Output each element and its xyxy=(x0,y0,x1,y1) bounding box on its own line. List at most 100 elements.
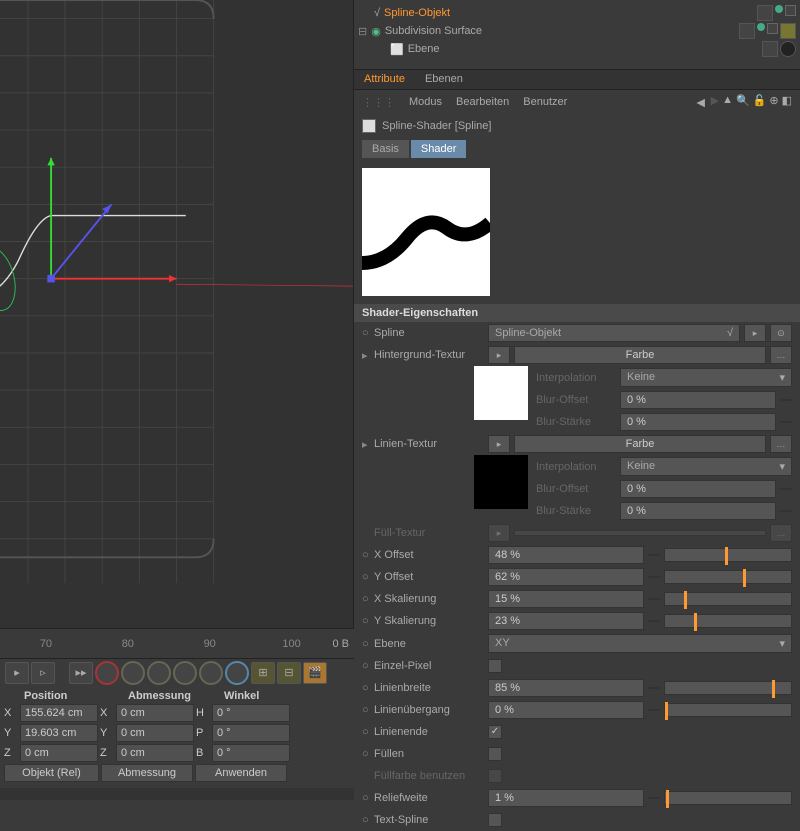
apply-button[interactable]: Anwenden xyxy=(195,764,287,782)
yskal-input[interactable] xyxy=(488,612,644,630)
lock-icon[interactable]: 🔓 xyxy=(753,94,767,110)
coord-x-abm[interactable] xyxy=(116,704,194,722)
coord-abm-dropdown[interactable]: Abmessung xyxy=(101,764,193,782)
obj-spline[interactable]: Spline-Objekt xyxy=(384,7,753,19)
back-icon[interactable]: ◄ xyxy=(694,94,708,110)
line-farbe-button[interactable]: Farbe xyxy=(514,435,766,453)
line-more-button[interactable]: … xyxy=(770,435,792,453)
xoffset-input[interactable] xyxy=(488,546,644,564)
eyedrop-icon[interactable]: ⊙ xyxy=(770,324,792,342)
coord-y-pos[interactable] xyxy=(20,724,98,742)
line-swatch[interactable] xyxy=(474,455,528,509)
spin-icon[interactable] xyxy=(648,797,660,799)
viewport-3d[interactable] xyxy=(0,0,354,628)
autokey-button[interactable] xyxy=(121,661,145,685)
einzel-checkbox[interactable] xyxy=(488,659,502,673)
bg-farbe-button[interactable]: Farbe xyxy=(514,346,766,364)
interp-dropdown[interactable]: Keine▾ xyxy=(620,368,792,387)
ebene-dropdown[interactable]: XY▾ xyxy=(488,634,792,653)
vis-dot-icon[interactable] xyxy=(775,5,783,13)
spin-icon[interactable] xyxy=(780,421,792,423)
prop-spline-link[interactable]: Spline-Objekt√ xyxy=(488,324,740,342)
coord-z-abm[interactable] xyxy=(116,744,194,762)
vis-editor-icon[interactable] xyxy=(739,23,755,39)
grip-icon[interactable]: ⋮⋮⋮ xyxy=(362,96,395,109)
spin-icon[interactable] xyxy=(648,576,660,578)
bg-swatch[interactable] xyxy=(474,366,528,420)
linienueber-input[interactable] xyxy=(488,701,644,719)
vis-editor-icon[interactable] xyxy=(757,5,773,21)
spin-icon[interactable] xyxy=(648,598,660,600)
key-scale-button[interactable] xyxy=(173,661,197,685)
tab-ebenen[interactable]: Ebenen xyxy=(415,70,473,89)
spin-icon[interactable] xyxy=(648,554,660,556)
textspline-checkbox[interactable] xyxy=(488,813,502,827)
key-mode1-button[interactable]: ⊞ xyxy=(251,662,275,684)
coord-x-pos[interactable] xyxy=(20,704,98,722)
coord-y-abm[interactable] xyxy=(116,724,194,742)
shader-preview[interactable] xyxy=(362,168,490,296)
linienbreite-input[interactable] xyxy=(488,679,644,697)
subtab-basis[interactable]: Basis xyxy=(362,140,409,158)
key-mode2-button[interactable]: ⊟ xyxy=(277,662,301,684)
spin-icon[interactable] xyxy=(780,399,792,401)
search-icon[interactable]: 🔍 xyxy=(736,94,750,110)
coord-mode-dropdown[interactable]: Objekt (Rel) xyxy=(4,764,99,782)
relief-slider[interactable] xyxy=(664,791,792,805)
menu-icon[interactable]: ◧ xyxy=(782,94,792,110)
bluroff2-input[interactable] xyxy=(620,480,776,498)
blurst-input[interactable] xyxy=(620,413,776,431)
tab-attribute[interactable]: Attribute xyxy=(354,70,415,89)
key-pos-button[interactable] xyxy=(147,661,171,685)
tex-arrow-button[interactable]: ▸ xyxy=(488,435,510,453)
fuellen-checkbox[interactable] xyxy=(488,747,502,761)
timeline[interactable]: 70 80 90 100 0 B xyxy=(0,628,354,658)
coord-b-angle[interactable] xyxy=(212,744,290,762)
spin-icon[interactable] xyxy=(648,709,660,711)
clip-button[interactable]: 🎬 xyxy=(303,662,327,684)
interp2-dropdown[interactable]: Keine▾ xyxy=(620,457,792,476)
relief-input[interactable] xyxy=(488,789,644,807)
new-icon[interactable]: ⊕ xyxy=(769,94,778,110)
obj-check[interactable] xyxy=(767,23,778,34)
coord-h-angle[interactable] xyxy=(212,704,290,722)
play-start-button[interactable]: ▸ xyxy=(5,662,29,684)
vis-dot-icon[interactable] xyxy=(757,23,765,31)
yoffset-slider[interactable] xyxy=(664,570,792,584)
object-tree[interactable]: √ Spline-Objekt ⊟ ◉ Subdivision Surface … xyxy=(354,0,800,70)
record-button[interactable] xyxy=(95,661,119,685)
obj-ebene[interactable]: Ebene xyxy=(408,43,758,55)
xskal-slider[interactable] xyxy=(664,592,792,606)
yskal-slider[interactable] xyxy=(664,614,792,628)
obj-check[interactable] xyxy=(785,5,796,16)
menu-benutzer[interactable]: Benutzer xyxy=(523,96,567,108)
linienbreite-slider[interactable] xyxy=(664,681,792,695)
bg-more-button[interactable]: … xyxy=(770,346,792,364)
coord-p-angle[interactable] xyxy=(212,724,290,742)
yoffset-input[interactable] xyxy=(488,568,644,586)
fwd-icon[interactable]: ▶ xyxy=(711,94,719,110)
menu-modus[interactable]: Modus xyxy=(409,96,442,108)
xskal-input[interactable] xyxy=(488,590,644,608)
tex-arrow-button[interactable]: ▸ xyxy=(488,346,510,364)
expand-icon[interactable]: ⊟ xyxy=(358,25,367,38)
play-alt-button[interactable]: ▹ xyxy=(31,662,55,684)
linienende-checkbox[interactable] xyxy=(488,725,502,739)
pick-button[interactable]: ▸ xyxy=(744,324,766,342)
xoffset-slider[interactable] xyxy=(664,548,792,562)
spin-icon[interactable] xyxy=(648,620,660,622)
bluroff-input[interactable] xyxy=(620,391,776,409)
linienueber-slider[interactable] xyxy=(664,703,792,717)
subtab-shader[interactable]: Shader xyxy=(411,140,466,158)
coord-z-pos[interactable] xyxy=(20,744,98,762)
obj-sds[interactable]: Subdivision Surface xyxy=(385,25,735,37)
ff-button[interactable]: ▸▸ xyxy=(69,662,93,684)
tag-icon[interactable] xyxy=(780,23,796,39)
up-icon[interactable]: ▲ xyxy=(722,94,733,110)
spin-icon[interactable] xyxy=(780,488,792,490)
key-rot-button[interactable] xyxy=(199,661,223,685)
menu-bearbeiten[interactable]: Bearbeiten xyxy=(456,96,509,108)
spin-icon[interactable] xyxy=(648,687,660,689)
tag2-icon[interactable] xyxy=(780,41,796,57)
blurst2-input[interactable] xyxy=(620,502,776,520)
